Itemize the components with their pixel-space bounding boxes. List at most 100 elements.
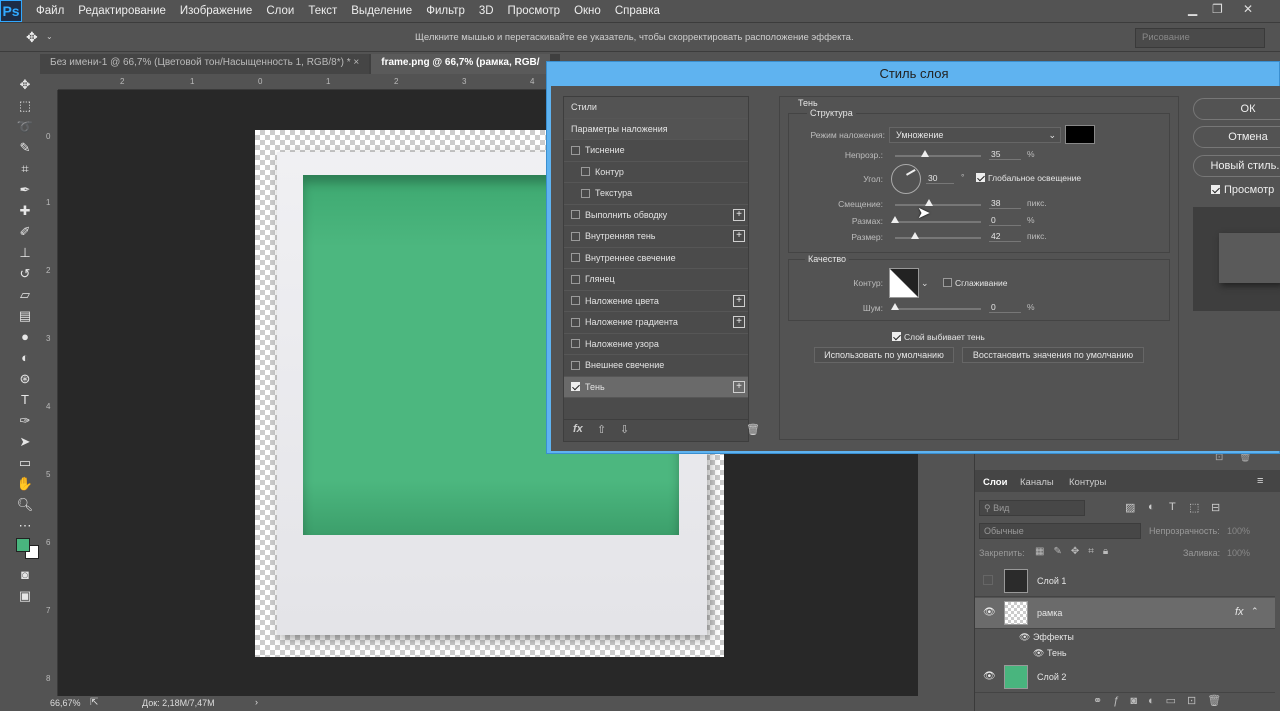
- crop-tool-icon[interactable]: ⌗: [13, 158, 37, 179]
- foreground-color[interactable]: [16, 538, 30, 552]
- layer-name[interactable]: Слой 1: [1037, 576, 1066, 586]
- menu-file[interactable]: Файл: [36, 5, 64, 17]
- close-icon[interactable]: ✕: [1243, 2, 1253, 16]
- filter-type-icon[interactable]: T: [1169, 501, 1176, 513]
- close-icon[interactable]: ×: [353, 57, 359, 68]
- trash-icon[interactable]: 🗑︎: [746, 423, 760, 436]
- pen-tool-icon[interactable]: ✑: [13, 410, 37, 431]
- size-value[interactable]: 42: [989, 231, 1021, 242]
- clone-stamp-icon[interactable]: ⊥: [13, 242, 37, 263]
- layer-actions[interactable]: ⚭ƒ◙◐▭⊡🗑︎: [1093, 694, 1232, 707]
- new-style-button[interactable]: Новый стиль...: [1193, 155, 1280, 177]
- menu-filter[interactable]: Фильтр: [426, 5, 465, 17]
- style-checkbox[interactable]: [571, 296, 580, 306]
- shadow-color-swatch[interactable]: [1065, 125, 1095, 144]
- cancel-button[interactable]: Отмена: [1193, 126, 1280, 148]
- chevron-right-icon[interactable]: ›: [255, 697, 258, 707]
- more-tools-icon[interactable]: ⋯: [13, 515, 37, 536]
- fx-icon[interactable]: fx: [573, 423, 583, 435]
- spread-value[interactable]: 0: [989, 215, 1021, 226]
- chevron-down-icon[interactable]: ⌄: [46, 32, 53, 41]
- lock-icons[interactable]: ▦✎✥⌗🔒︎: [1035, 546, 1117, 557]
- menu-help[interactable]: Справка: [615, 5, 660, 17]
- history-brush-icon[interactable]: ↺: [13, 263, 37, 284]
- effects-row[interactable]: 👁︎ Эффекты: [1019, 632, 1074, 643]
- styles-header[interactable]: Стили: [564, 97, 748, 119]
- tab-paths[interactable]: Контуры: [1069, 477, 1106, 488]
- lasso-tool-icon[interactable]: ➰: [13, 116, 37, 137]
- eyedropper-tool-icon[interactable]: ✒: [13, 179, 37, 200]
- slider-thumb[interactable]: [921, 150, 929, 157]
- menu-edit[interactable]: Редактирование: [78, 5, 166, 17]
- style-checkbox[interactable]: [571, 339, 580, 349]
- path-select-icon[interactable]: ➤: [13, 431, 37, 452]
- style-checkbox[interactable]: [581, 167, 590, 177]
- global-light-checkbox[interactable]: Глобальное освещение: [976, 172, 1081, 184]
- style-item[interactable]: Наложение цвета +: [564, 291, 748, 312]
- knockout-checkbox[interactable]: Слой выбивает тень: [892, 331, 985, 343]
- preview-checkbox[interactable]: Просмотр: [1211, 184, 1274, 196]
- blending-options[interactable]: Параметры наложения: [564, 118, 748, 140]
- distance-value[interactable]: 38: [989, 198, 1021, 209]
- zoom-level[interactable]: 66,67%: [50, 698, 81, 708]
- brush-tool-icon[interactable]: ✐: [13, 221, 37, 242]
- angle-dial[interactable]: [891, 164, 921, 194]
- zoom-tool-icon[interactable]: 🔍︎: [13, 494, 37, 515]
- menu-view[interactable]: Просмотр: [508, 5, 561, 17]
- layer-row-selected[interactable]: 👁︎ рамка fx ⌃: [975, 598, 1275, 629]
- ok-button[interactable]: ОК: [1193, 98, 1280, 120]
- chevron-up-icon[interactable]: ⌃: [1251, 606, 1259, 617]
- slider-thumb[interactable]: [891, 216, 899, 223]
- dodge-tool-icon[interactable]: ◐: [13, 347, 37, 368]
- blend-mode-select[interactable]: Обычные: [979, 523, 1141, 539]
- fill-value[interactable]: 100%: [1227, 548, 1250, 558]
- quick-select-tool-icon[interactable]: ✎: [13, 137, 37, 158]
- eraser-tool-icon[interactable]: ▱: [13, 284, 37, 305]
- color-swatches[interactable]: [13, 536, 39, 564]
- layer-row[interactable]: 👁︎ Слой 2: [975, 662, 1275, 693]
- opacity-value[interactable]: 35: [989, 149, 1021, 160]
- menu-type[interactable]: Текст: [308, 5, 337, 17]
- noise-slider[interactable]: [891, 303, 981, 310]
- layer-filter-select[interactable]: ⚲ Вид: [979, 500, 1085, 516]
- layer-row[interactable]: Слой 1: [975, 566, 1275, 597]
- sponge-tool-icon[interactable]: ⊛: [13, 368, 37, 389]
- quick-mask-icon[interactable]: ◙: [13, 564, 37, 585]
- tab-layers[interactable]: Слои: [983, 477, 1007, 488]
- add-style-icon[interactable]: +: [733, 380, 745, 393]
- menu-layer[interactable]: Слои: [266, 5, 294, 17]
- style-item[interactable]: Контур: [564, 162, 748, 183]
- add-style-icon[interactable]: +: [733, 294, 745, 307]
- menu-3d[interactable]: 3D: [479, 5, 494, 17]
- hand-tool-icon[interactable]: ✋: [13, 473, 37, 494]
- marquee-tool-icon[interactable]: ⬚: [13, 95, 37, 116]
- style-item[interactable]: Внутренняя тень +: [564, 226, 748, 248]
- menu-window[interactable]: Окно: [574, 5, 601, 17]
- opacity-value[interactable]: 100%: [1227, 526, 1250, 536]
- layer-name[interactable]: рамка: [1037, 608, 1062, 618]
- filter-pixel-icon[interactable]: ▨: [1125, 501, 1135, 514]
- style-checkbox[interactable]: [571, 382, 580, 392]
- restore-icon[interactable]: ❐: [1212, 2, 1223, 16]
- style-item[interactable]: Тиснение: [564, 140, 748, 162]
- filter-shape-icon[interactable]: ⬚: [1189, 501, 1199, 514]
- style-item[interactable]: Внешнее свечение: [564, 355, 748, 377]
- distance-slider[interactable]: [895, 199, 981, 206]
- make-default-button[interactable]: Использовать по умолчанию: [814, 347, 954, 363]
- style-item[interactable]: Наложение узора: [564, 334, 748, 355]
- add-style-icon[interactable]: +: [733, 316, 745, 329]
- style-checkbox[interactable]: [571, 231, 580, 241]
- eye-icon[interactable]: 👁︎: [983, 671, 996, 682]
- style-checkbox[interactable]: [571, 360, 580, 370]
- eye-icon[interactable]: 👁︎: [1019, 632, 1030, 642]
- eye-icon[interactable]: 👁︎: [983, 607, 996, 618]
- reset-default-button[interactable]: Восстановить значения по умолчанию: [962, 347, 1144, 363]
- workspace-select[interactable]: Рисование: [1135, 28, 1265, 48]
- size-slider[interactable]: [895, 232, 981, 239]
- style-checkbox[interactable]: [571, 274, 580, 284]
- move-tool-icon[interactable]: ✥: [13, 74, 37, 95]
- arrow-down-icon[interactable]: ⇩: [620, 423, 629, 436]
- blend-mode-select[interactable]: Умножение ⌄: [889, 127, 1061, 143]
- fx-icon[interactable]: fx: [1235, 606, 1244, 618]
- minimize-icon[interactable]: ▁: [1188, 2, 1197, 16]
